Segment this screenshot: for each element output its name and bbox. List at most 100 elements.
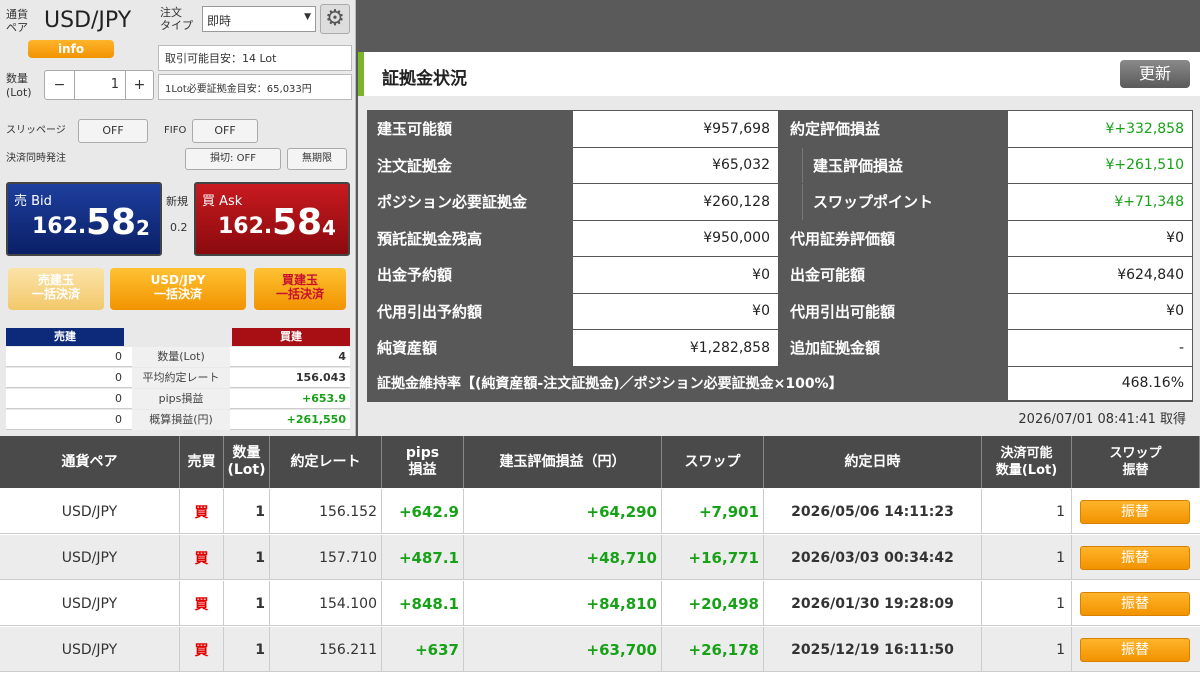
margin-label: 代用引出可能額	[790, 302, 896, 321]
position-row[interactable]: USD/JPY 買 1 157.710 +487.1 +48,710 +16,771 2026…	[0, 535, 1200, 580]
required-margin-estimate: 1Lot必要証拠金目安：65,033円	[158, 74, 352, 100]
summary-row: 0 平均約定レート 156.043	[6, 367, 350, 388]
summary-row: 0 数量(Lot) 4	[6, 346, 350, 367]
cell-rate: 157.710	[270, 535, 382, 580]
sell-bulk-line1: 売建玉	[37, 273, 74, 287]
sell-header: 売建	[6, 328, 124, 346]
positions-table: 通貨ペア 売買 数量 (Lot) 約定レート pips 損益 建玉評価損益（円） スワップ約…	[0, 436, 1200, 675]
position-summary-table: 0 数量(Lot) 4 0 平均約定レート 156.043 0 pips損益 +653.9 0 概算…	[6, 346, 350, 431]
cell-side: 買	[180, 581, 224, 626]
summary-sell-value: 0	[115, 392, 122, 405]
margin-value: ¥0	[573, 257, 778, 293]
increment-button[interactable]: +	[125, 71, 153, 99]
cell-swap: +16,771	[662, 535, 764, 580]
column-header: 数量 (Lot)	[224, 436, 270, 488]
margin-value: ¥+71,348	[1008, 184, 1192, 220]
margin-table: 建玉可能額 ¥957,698 約定評価損益 ¥+332,858 注文証拠金 ¥65,032…	[367, 110, 1193, 402]
new-order-label: 新規	[166, 195, 188, 208]
position-row[interactable]: USD/JPY 買 1 156.152 +642.9 +64,290 +7,901 2026/…	[0, 489, 1200, 534]
margin-value: ¥+332,858	[1008, 111, 1192, 147]
bid-price-pips: 58	[86, 202, 137, 243]
margin-value: ¥624,840	[1008, 257, 1192, 293]
margin-label: スワップポイント	[802, 184, 1007, 220]
gear-icon[interactable]: ⚙	[320, 4, 350, 34]
cell-side: 買	[180, 535, 224, 580]
column-header: スワップ	[662, 436, 764, 488]
pair-label: 通貨 ペア	[6, 8, 28, 34]
position-row[interactable]: USD/JPY 買 1 154.100 +848.1 +84,810 +20,498 2026…	[0, 581, 1200, 626]
cell-date: 2025/12/19 16:11:50	[764, 627, 982, 672]
info-button[interactable]: info	[28, 40, 114, 58]
slippage-label: スリッページ	[6, 125, 66, 136]
margin-value: ¥0	[573, 293, 778, 329]
ask-title: 買 Ask	[202, 194, 243, 209]
summary-sell-value: 0	[115, 413, 122, 426]
summary-label: pips損益	[132, 388, 230, 409]
chevron-down-icon: ▼	[304, 12, 311, 22]
expiry-button[interactable]: 無期限	[287, 148, 347, 170]
cell-pair: USD/JPY	[0, 627, 180, 672]
fetched-timestamp: 2026/07/01 08:41:41 取得	[1018, 412, 1186, 427]
margin-label: 代用引出予約額	[377, 302, 483, 321]
swap-transfer-button[interactable]: 振替	[1080, 638, 1190, 662]
buy-bulk-line2: 一括決済	[275, 287, 324, 301]
pair-bulk-close-button[interactable]: USD/JPY 一括決済	[110, 268, 246, 310]
pair-bulk-line2: 一括決済	[153, 287, 202, 301]
margin-label: 約定評価損益	[790, 120, 881, 139]
margin-header: 証拠金状況 更新	[358, 52, 1200, 96]
swap-transfer-button[interactable]: 振替	[1080, 500, 1190, 524]
column-header: 約定レート	[270, 436, 382, 488]
position-row[interactable]: USD/JPY 買 1 156.211 +637 +63,700 +26,178 2025/1…	[0, 627, 1200, 672]
order-type-select[interactable]: 即時 ▼	[202, 6, 316, 32]
cell-swap: +26,178	[662, 627, 764, 672]
ask-price-int: 162.	[218, 214, 273, 239]
cell-pips: +848.1	[382, 581, 464, 626]
buy-bulk-close-button[interactable]: 買建玉 一括決済	[254, 268, 346, 310]
decrement-button[interactable]: −	[45, 71, 75, 99]
margin-label: 建玉可能額	[377, 120, 453, 139]
column-header: スワップ 振替	[1072, 436, 1200, 488]
quantity-input[interactable]: 1	[75, 71, 123, 99]
cell-pl: +64,290	[464, 489, 662, 534]
ask-price-fraction: 4	[322, 216, 336, 240]
refresh-button[interactable]: 更新	[1120, 60, 1190, 88]
cell-rate: 156.211	[270, 627, 382, 672]
column-header: 売買	[180, 436, 224, 488]
margin-label: 注文証拠金	[377, 156, 453, 175]
bid-price-button[interactable]: 売 Bid 162. 58 2	[6, 182, 162, 256]
ask-price-button[interactable]: 買 Ask 162. 58 4	[194, 182, 350, 256]
summary-sell-value: 0	[115, 371, 122, 384]
cell-qty: 1	[224, 581, 270, 626]
slippage-toggle[interactable]: OFF	[78, 119, 148, 143]
fifo-toggle[interactable]: OFF	[192, 119, 258, 143]
bid-price-fraction: 2	[136, 216, 150, 240]
margin-value: ¥+261,510	[1008, 147, 1192, 183]
cell-date: 2026/01/30 19:28:09	[764, 581, 982, 626]
summary-sell-value: 0	[115, 350, 122, 363]
column-header: 決済可能 数量(Lot)	[982, 436, 1072, 488]
stop-loss-button[interactable]: 損切: OFF	[185, 148, 281, 170]
margin-value: -	[1008, 330, 1192, 366]
cell-qty: 1	[224, 535, 270, 580]
cell-closable: 1	[982, 489, 1072, 534]
quantity-stepper: − 1 +	[44, 70, 154, 100]
swap-transfer-button[interactable]: 振替	[1080, 592, 1190, 616]
cell-closable: 1	[982, 627, 1072, 672]
cell-qty: 1	[224, 489, 270, 534]
bid-price-int: 162.	[32, 214, 87, 239]
summary-row: 0 概算損益(円) +261,550	[6, 409, 350, 430]
buy-bulk-line1: 買建玉	[281, 273, 318, 287]
buy-header: 買建	[232, 328, 350, 346]
swap-transfer-button[interactable]: 振替	[1080, 546, 1190, 570]
fifo-label: FIFO	[164, 125, 187, 136]
summary-row: 0 pips損益 +653.9	[6, 388, 350, 409]
cell-pl: +84,810	[464, 581, 662, 626]
margin-label: 純資産額	[377, 339, 438, 358]
column-header: 約定日時	[764, 436, 982, 488]
cell-date: 2026/05/06 14:11:23	[764, 489, 982, 534]
ask-price-pips: 58	[272, 202, 323, 243]
bid-title: 売 Bid	[14, 194, 52, 209]
quantity-label: 数量 (Lot)	[6, 72, 32, 99]
sell-bulk-close-button[interactable]: 売建玉 一括決済	[8, 268, 104, 310]
maintenance-ratio-label: 証拠金維持率【(純資産額-注文証拠金)／ポジション必要証拠金×100%】	[377, 376, 843, 392]
